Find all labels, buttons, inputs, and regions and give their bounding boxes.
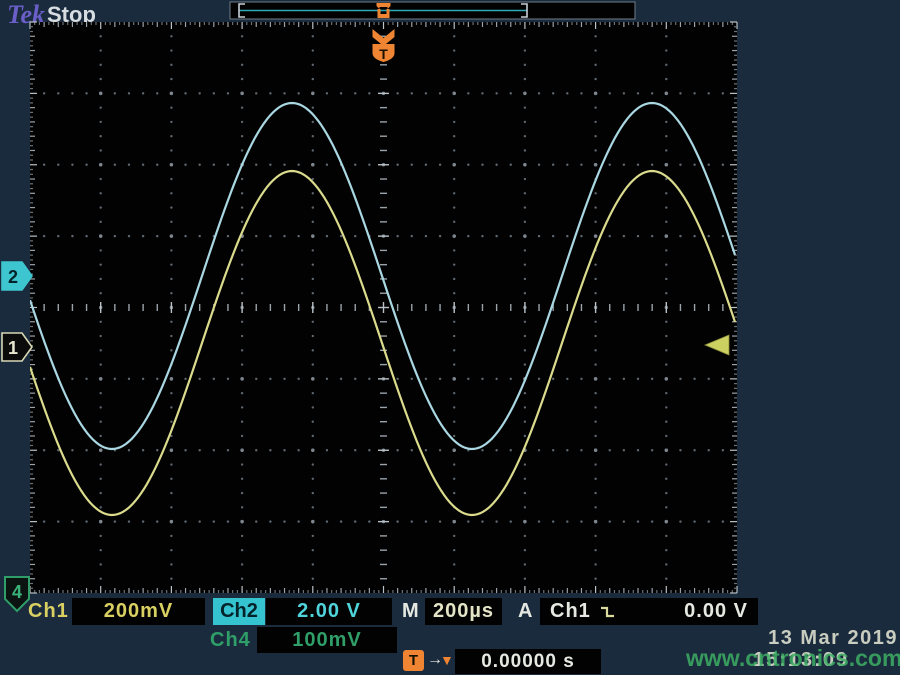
trigger-delay-triangle-icon: ▼ [440, 652, 454, 668]
ch1-label: Ch1 [28, 600, 69, 623]
svg-text:4: 4 [12, 582, 22, 602]
ch2-scale-readout[interactable]: 2.00 V [266, 598, 392, 625]
trigger-t-icon: T [403, 650, 424, 671]
ch1-scale-readout[interactable]: 200mV [72, 598, 205, 625]
svg-text:T: T [379, 46, 388, 62]
trigger-position-readout[interactable]: 0.00000 s [455, 649, 601, 674]
falling-edge-icon [599, 603, 617, 621]
ch4-label: Ch4 [210, 629, 251, 652]
ch4-scale-readout[interactable]: 100mV [257, 627, 397, 653]
timebase-m-label: M [402, 600, 420, 623]
ch1-position-marker[interactable]: 1 [2, 333, 32, 361]
record-view-bar[interactable] [230, 2, 635, 19]
svg-text:1: 1 [8, 338, 18, 358]
watermark: www.cntronics.com [686, 645, 900, 672]
trigger-readout[interactable]: Ch1 0.00 V [540, 598, 758, 625]
oscilloscope-screen: Tek Stop 214T Ch1 200mV Ch2 2.00 V M 200… [0, 0, 900, 675]
ch2-label-selected[interactable]: Ch2 [213, 598, 265, 625]
ch2-position-marker[interactable]: 2 [2, 262, 32, 290]
svg-text:2: 2 [8, 267, 18, 287]
trigger-level: 0.00 V [684, 600, 748, 623]
trigger-a-label: A [518, 600, 533, 623]
ch4-position-marker[interactable]: 4 [5, 577, 29, 611]
trigger-source: Ch1 [550, 600, 591, 623]
timebase-readout[interactable]: 200µs [425, 598, 502, 625]
waveform-display: 2 1 4 T [0, 0, 900, 675]
